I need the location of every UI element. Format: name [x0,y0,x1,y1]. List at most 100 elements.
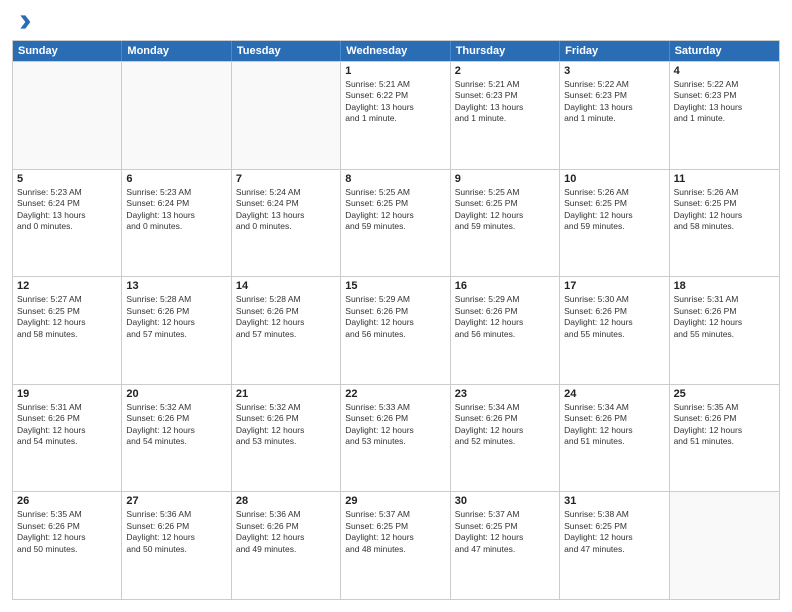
day-number: 28 [236,495,336,507]
day-number: 19 [17,388,117,400]
calendar-day-18: 18Sunrise: 5:31 AM Sunset: 6:26 PM Dayli… [670,277,779,384]
calendar-day-9: 9 Sunrise: 5:25 AM Sunset: 6:25 PM Daylig… [451,170,560,277]
day-info: Sunrise: 5:29 AM Sunset: 6:26 PM Dayligh… [345,294,445,340]
weekday-header-friday: Friday [560,41,669,61]
day-info: Sunrise: 5:30 AM Sunset: 6:26 PM Dayligh… [564,294,664,340]
day-number: 2 [455,65,555,77]
calendar-empty-cell [13,62,122,169]
calendar-day-8: 8 Sunrise: 5:25 AM Sunset: 6:25 PM Daylig… [341,170,450,277]
day-info: Sunrise: 5:37 AM Sunset: 6:25 PM Dayligh… [455,509,555,555]
calendar-day-6: 6Sunrise: 5:23 AM Sunset: 6:24 PM Daylig… [122,170,231,277]
weekday-header-wednesday: Wednesday [341,41,450,61]
day-info: Sunrise: 5:23 AM Sunset: 6:24 PM Dayligh… [17,187,117,233]
day-info: Sunrise: 5:21 AM Sunset: 6:22 PM Dayligh… [345,79,445,125]
day-number: 5 [17,173,117,185]
calendar-day-24: 24 Sunrise: 5:34 AM Sunset: 6:26 PM Dayli… [560,385,669,492]
day-number: 25 [674,388,775,400]
day-info: Sunrise: 5:36 AM Sunset: 6:26 PM Dayligh… [236,509,336,555]
calendar-week-4: 19 Sunrise: 5:31 AM Sunset: 6:26 PM Dayli… [13,384,779,492]
calendar-day-21: 21Sunrise: 5:32 AM Sunset: 6:26 PM Dayli… [232,385,341,492]
day-info: Sunrise: 5:23 AM Sunset: 6:24 PM Dayligh… [126,187,226,233]
day-info: Sunrise: 5:25 AM Sunset: 6:25 PM Dayligh… [455,187,555,233]
day-info: Sunrise: 5:31 AM Sunset: 6:26 PM Dayligh… [674,294,775,340]
day-info: Sunrise: 5:32 AM Sunset: 6:26 PM Dayligh… [236,402,336,448]
calendar: SundayMondayTuesdayWednesdayThursdayFrid… [12,40,780,600]
day-number: 22 [345,388,445,400]
calendar-day-4: 4 Sunrise: 5:22 AM Sunset: 6:23 PM Daylig… [670,62,779,169]
calendar-week-3: 12Sunrise: 5:27 AM Sunset: 6:25 PM Dayli… [13,276,779,384]
day-number: 16 [455,280,555,292]
calendar-day-13: 13 Sunrise: 5:28 AM Sunset: 6:26 PM Dayli… [122,277,231,384]
calendar-day-17: 17 Sunrise: 5:30 AM Sunset: 6:26 PM Dayli… [560,277,669,384]
calendar-day-5: 5 Sunrise: 5:23 AM Sunset: 6:24 PM Daylig… [13,170,122,277]
day-info: Sunrise: 5:22 AM Sunset: 6:23 PM Dayligh… [674,79,775,125]
calendar-day-22: 22 Sunrise: 5:33 AM Sunset: 6:26 PM Dayli… [341,385,450,492]
calendar-header: SundayMondayTuesdayWednesdayThursdayFrid… [13,41,779,61]
calendar-day-12: 12Sunrise: 5:27 AM Sunset: 6:25 PM Dayli… [13,277,122,384]
day-info: Sunrise: 5:28 AM Sunset: 6:26 PM Dayligh… [236,294,336,340]
weekday-header-tuesday: Tuesday [232,41,341,61]
day-number: 31 [564,495,664,507]
calendar-day-31: 31 Sunrise: 5:38 AM Sunset: 6:25 PM Dayli… [560,492,669,599]
calendar-day-15: 15 Sunrise: 5:29 AM Sunset: 6:26 PM Dayli… [341,277,450,384]
day-number: 3 [564,65,664,77]
day-number: 8 [345,173,445,185]
weekday-header-saturday: Saturday [670,41,779,61]
day-info: Sunrise: 5:35 AM Sunset: 6:26 PM Dayligh… [674,402,775,448]
calendar-day-30: 30 Sunrise: 5:37 AM Sunset: 6:25 PM Dayli… [451,492,560,599]
day-number: 11 [674,173,775,185]
day-number: 4 [674,65,775,77]
calendar-empty-cell [670,492,779,599]
day-info: Sunrise: 5:21 AM Sunset: 6:23 PM Dayligh… [455,79,555,125]
calendar-day-29: 29Sunrise: 5:37 AM Sunset: 6:25 PM Dayli… [341,492,450,599]
day-info: Sunrise: 5:32 AM Sunset: 6:26 PM Dayligh… [126,402,226,448]
day-info: Sunrise: 5:28 AM Sunset: 6:26 PM Dayligh… [126,294,226,340]
calendar-day-25: 25 Sunrise: 5:35 AM Sunset: 6:26 PM Dayli… [670,385,779,492]
calendar-week-1: 1Sunrise: 5:21 AM Sunset: 6:22 PM Daylig… [13,61,779,169]
calendar-day-20: 20 Sunrise: 5:32 AM Sunset: 6:26 PM Dayli… [122,385,231,492]
day-number: 14 [236,280,336,292]
day-number: 17 [564,280,664,292]
day-info: Sunrise: 5:33 AM Sunset: 6:26 PM Dayligh… [345,402,445,448]
calendar-day-26: 26 Sunrise: 5:35 AM Sunset: 6:26 PM Dayli… [13,492,122,599]
day-number: 30 [455,495,555,507]
day-number: 12 [17,280,117,292]
calendar-day-16: 16 Sunrise: 5:29 AM Sunset: 6:26 PM Dayli… [451,277,560,384]
day-info: Sunrise: 5:26 AM Sunset: 6:25 PM Dayligh… [674,187,775,233]
calendar-day-3: 3 Sunrise: 5:22 AM Sunset: 6:23 PM Daylig… [560,62,669,169]
weekday-header-monday: Monday [122,41,231,61]
calendar-day-11: 11 Sunrise: 5:26 AM Sunset: 6:25 PM Dayli… [670,170,779,277]
day-number: 9 [455,173,555,185]
calendar-empty-cell [122,62,231,169]
day-number: 10 [564,173,664,185]
page: SundayMondayTuesdayWednesdayThursdayFrid… [0,0,792,612]
logo-icon [12,12,32,32]
logo [12,12,36,32]
calendar-day-10: 10Sunrise: 5:26 AM Sunset: 6:25 PM Dayli… [560,170,669,277]
header [12,12,780,32]
day-info: Sunrise: 5:22 AM Sunset: 6:23 PM Dayligh… [564,79,664,125]
calendar-empty-cell [232,62,341,169]
calendar-day-27: 27Sunrise: 5:36 AM Sunset: 6:26 PM Dayli… [122,492,231,599]
day-number: 20 [126,388,226,400]
day-info: Sunrise: 5:29 AM Sunset: 6:26 PM Dayligh… [455,294,555,340]
day-number: 24 [564,388,664,400]
day-info: Sunrise: 5:25 AM Sunset: 6:25 PM Dayligh… [345,187,445,233]
day-info: Sunrise: 5:31 AM Sunset: 6:26 PM Dayligh… [17,402,117,448]
calendar-day-2: 2 Sunrise: 5:21 AM Sunset: 6:23 PM Daylig… [451,62,560,169]
day-info: Sunrise: 5:38 AM Sunset: 6:25 PM Dayligh… [564,509,664,555]
day-number: 26 [17,495,117,507]
calendar-day-28: 28 Sunrise: 5:36 AM Sunset: 6:26 PM Dayli… [232,492,341,599]
calendar-day-14: 14 Sunrise: 5:28 AM Sunset: 6:26 PM Dayli… [232,277,341,384]
day-info: Sunrise: 5:24 AM Sunset: 6:24 PM Dayligh… [236,187,336,233]
calendar-body: 1Sunrise: 5:21 AM Sunset: 6:22 PM Daylig… [13,61,779,599]
day-info: Sunrise: 5:35 AM Sunset: 6:26 PM Dayligh… [17,509,117,555]
calendar-day-1: 1Sunrise: 5:21 AM Sunset: 6:22 PM Daylig… [341,62,450,169]
day-number: 13 [126,280,226,292]
day-number: 15 [345,280,445,292]
day-number: 7 [236,173,336,185]
calendar-day-7: 7 Sunrise: 5:24 AM Sunset: 6:24 PM Daylig… [232,170,341,277]
day-info: Sunrise: 5:36 AM Sunset: 6:26 PM Dayligh… [126,509,226,555]
weekday-header-sunday: Sunday [13,41,122,61]
day-info: Sunrise: 5:34 AM Sunset: 6:26 PM Dayligh… [564,402,664,448]
